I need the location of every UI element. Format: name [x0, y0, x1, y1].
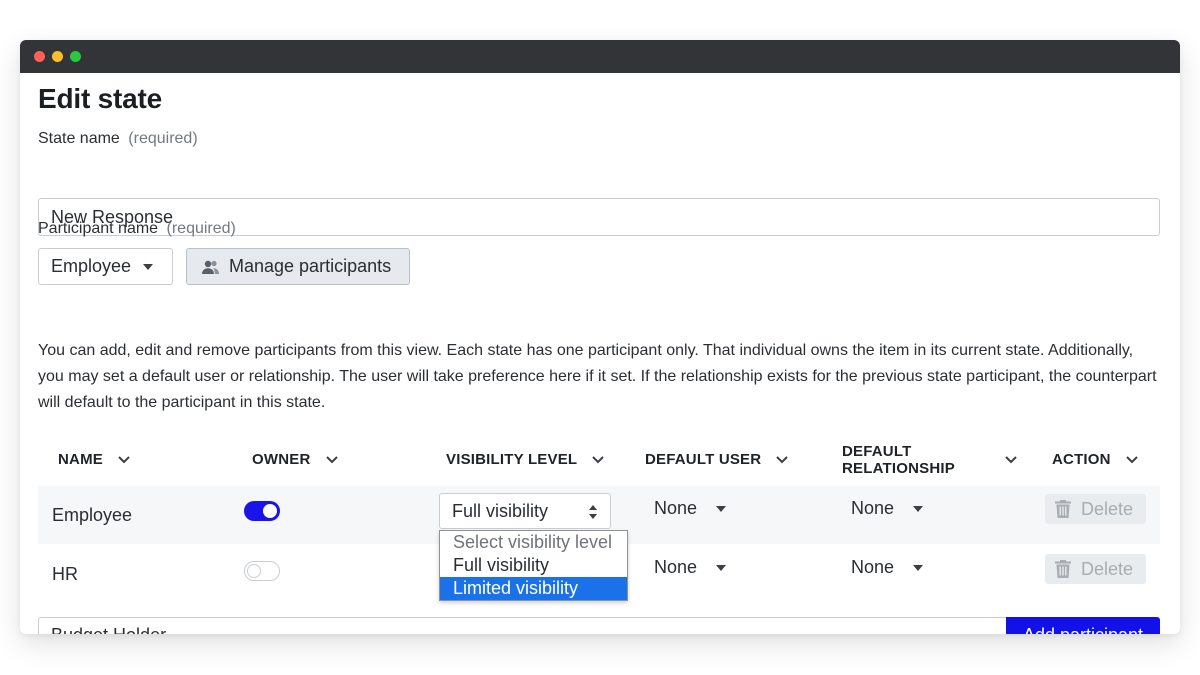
state-name-label: State name (required)	[38, 130, 198, 148]
participant-name-required-hint: (required)	[166, 220, 236, 237]
column-header-visibility-label: VISIBILITY LEVEL	[446, 451, 578, 468]
people-icon	[201, 259, 221, 275]
visibility-dropdown-list: Select visibility level Full visibility …	[439, 530, 628, 601]
dropdown-option: Select visibility level	[453, 532, 613, 552]
delete-label: Delete	[1081, 558, 1134, 579]
column-header-visibility[interactable]: VISIBILITY LEVEL	[446, 451, 605, 468]
close-window-dot[interactable]	[34, 51, 45, 62]
default-user-value: None	[654, 498, 698, 518]
default-relationship-select[interactable]: None	[851, 557, 924, 578]
default-relationship-value: None	[851, 557, 895, 577]
caret-down-icon	[913, 505, 924, 512]
default-user-select[interactable]: None	[654, 498, 727, 519]
chevron-down-icon	[776, 455, 789, 463]
column-header-owner[interactable]: OWNER	[252, 451, 339, 468]
column-header-default-relationship-line2: RELATIONSHIP	[842, 460, 955, 477]
default-relationship-value: None	[851, 498, 895, 518]
add-participant-button[interactable]: Add participant	[1006, 617, 1160, 634]
column-header-default-relationship-label: DEFAULT RELATIONSHIP	[842, 443, 992, 477]
column-header-owner-label: OWNER	[252, 451, 311, 468]
row-name: HR	[52, 564, 78, 584]
chevron-down-icon	[118, 455, 130, 463]
default-user-value: None	[654, 557, 698, 577]
chevron-down-icon	[325, 455, 338, 463]
row-name: Employee	[52, 505, 133, 525]
owner-toggle[interactable]	[244, 501, 280, 521]
state-name-required-hint: (required)	[128, 130, 198, 147]
visibility-level-value: Full visibility	[452, 500, 549, 521]
column-header-name-label: NAME	[58, 451, 103, 468]
owner-toggle[interactable]	[244, 561, 280, 581]
column-header-default-user[interactable]: DEFAULT USER	[645, 451, 789, 468]
state-name-label-text: State name	[38, 130, 120, 147]
toggle-knob	[263, 504, 277, 518]
maximize-window-dot[interactable]	[70, 51, 81, 62]
default-user-select[interactable]: None	[654, 557, 727, 578]
participants-table-header: NAME OWNER VISIBILITY LEVEL DEFAULT USER…	[38, 433, 1160, 487]
chevron-down-icon	[1005, 456, 1017, 464]
column-header-action-label: ACTION	[1052, 451, 1111, 468]
trash-icon	[1055, 500, 1071, 518]
dropdown-option-highlighted[interactable]: Limited visibility	[440, 577, 627, 600]
toggle-knob	[247, 564, 261, 578]
column-header-default-relationship[interactable]: DEFAULT RELATIONSHIP	[842, 443, 1018, 477]
new-participant-input[interactable]: Budget Holder	[38, 617, 1006, 634]
edit-state-form: Edit state State name (required) New Res…	[38, 73, 1160, 634]
column-header-default-user-label: DEFAULT USER	[645, 451, 762, 468]
chevron-down-icon	[1125, 455, 1138, 463]
participant-select[interactable]: Employee	[38, 248, 173, 285]
column-header-default-relationship-line1: DEFAULT	[842, 443, 912, 460]
caret-down-icon	[716, 505, 727, 512]
column-header-action[interactable]: ACTION	[1052, 451, 1139, 468]
participants-description: You can add, edit and remove participant…	[38, 342, 1157, 411]
chevron-down-icon	[592, 455, 604, 463]
manage-participants-button[interactable]: Manage participants	[186, 248, 410, 285]
caret-down-icon	[913, 564, 924, 571]
caret-down-icon	[716, 564, 727, 571]
dropdown-option[interactable]: Full visibility	[440, 554, 627, 577]
participant-name-label: Participant name (required)	[38, 220, 236, 238]
minimize-window-dot[interactable]	[52, 51, 63, 62]
window-titlebar	[20, 40, 1180, 73]
new-participant-value: Budget Holder	[51, 625, 166, 634]
delete-button[interactable]: Delete	[1045, 554, 1146, 584]
default-relationship-select[interactable]: None	[851, 498, 924, 519]
sort-updown-icon	[589, 505, 597, 519]
caret-down-icon	[143, 263, 154, 270]
participant-select-value: Employee	[51, 256, 132, 276]
column-header-name[interactable]: NAME	[58, 451, 131, 468]
visibility-level-select[interactable]: Full visibility	[439, 493, 611, 529]
trash-icon	[1055, 560, 1071, 578]
app-window: Edit state State name (required) New Res…	[20, 40, 1180, 634]
delete-button[interactable]: Delete	[1045, 494, 1146, 524]
delete-label: Delete	[1081, 498, 1134, 519]
participant-name-label-text: Participant name	[38, 220, 159, 237]
manage-participants-label: Manage participants	[229, 256, 392, 276]
page-title: Edit state	[38, 83, 163, 114]
